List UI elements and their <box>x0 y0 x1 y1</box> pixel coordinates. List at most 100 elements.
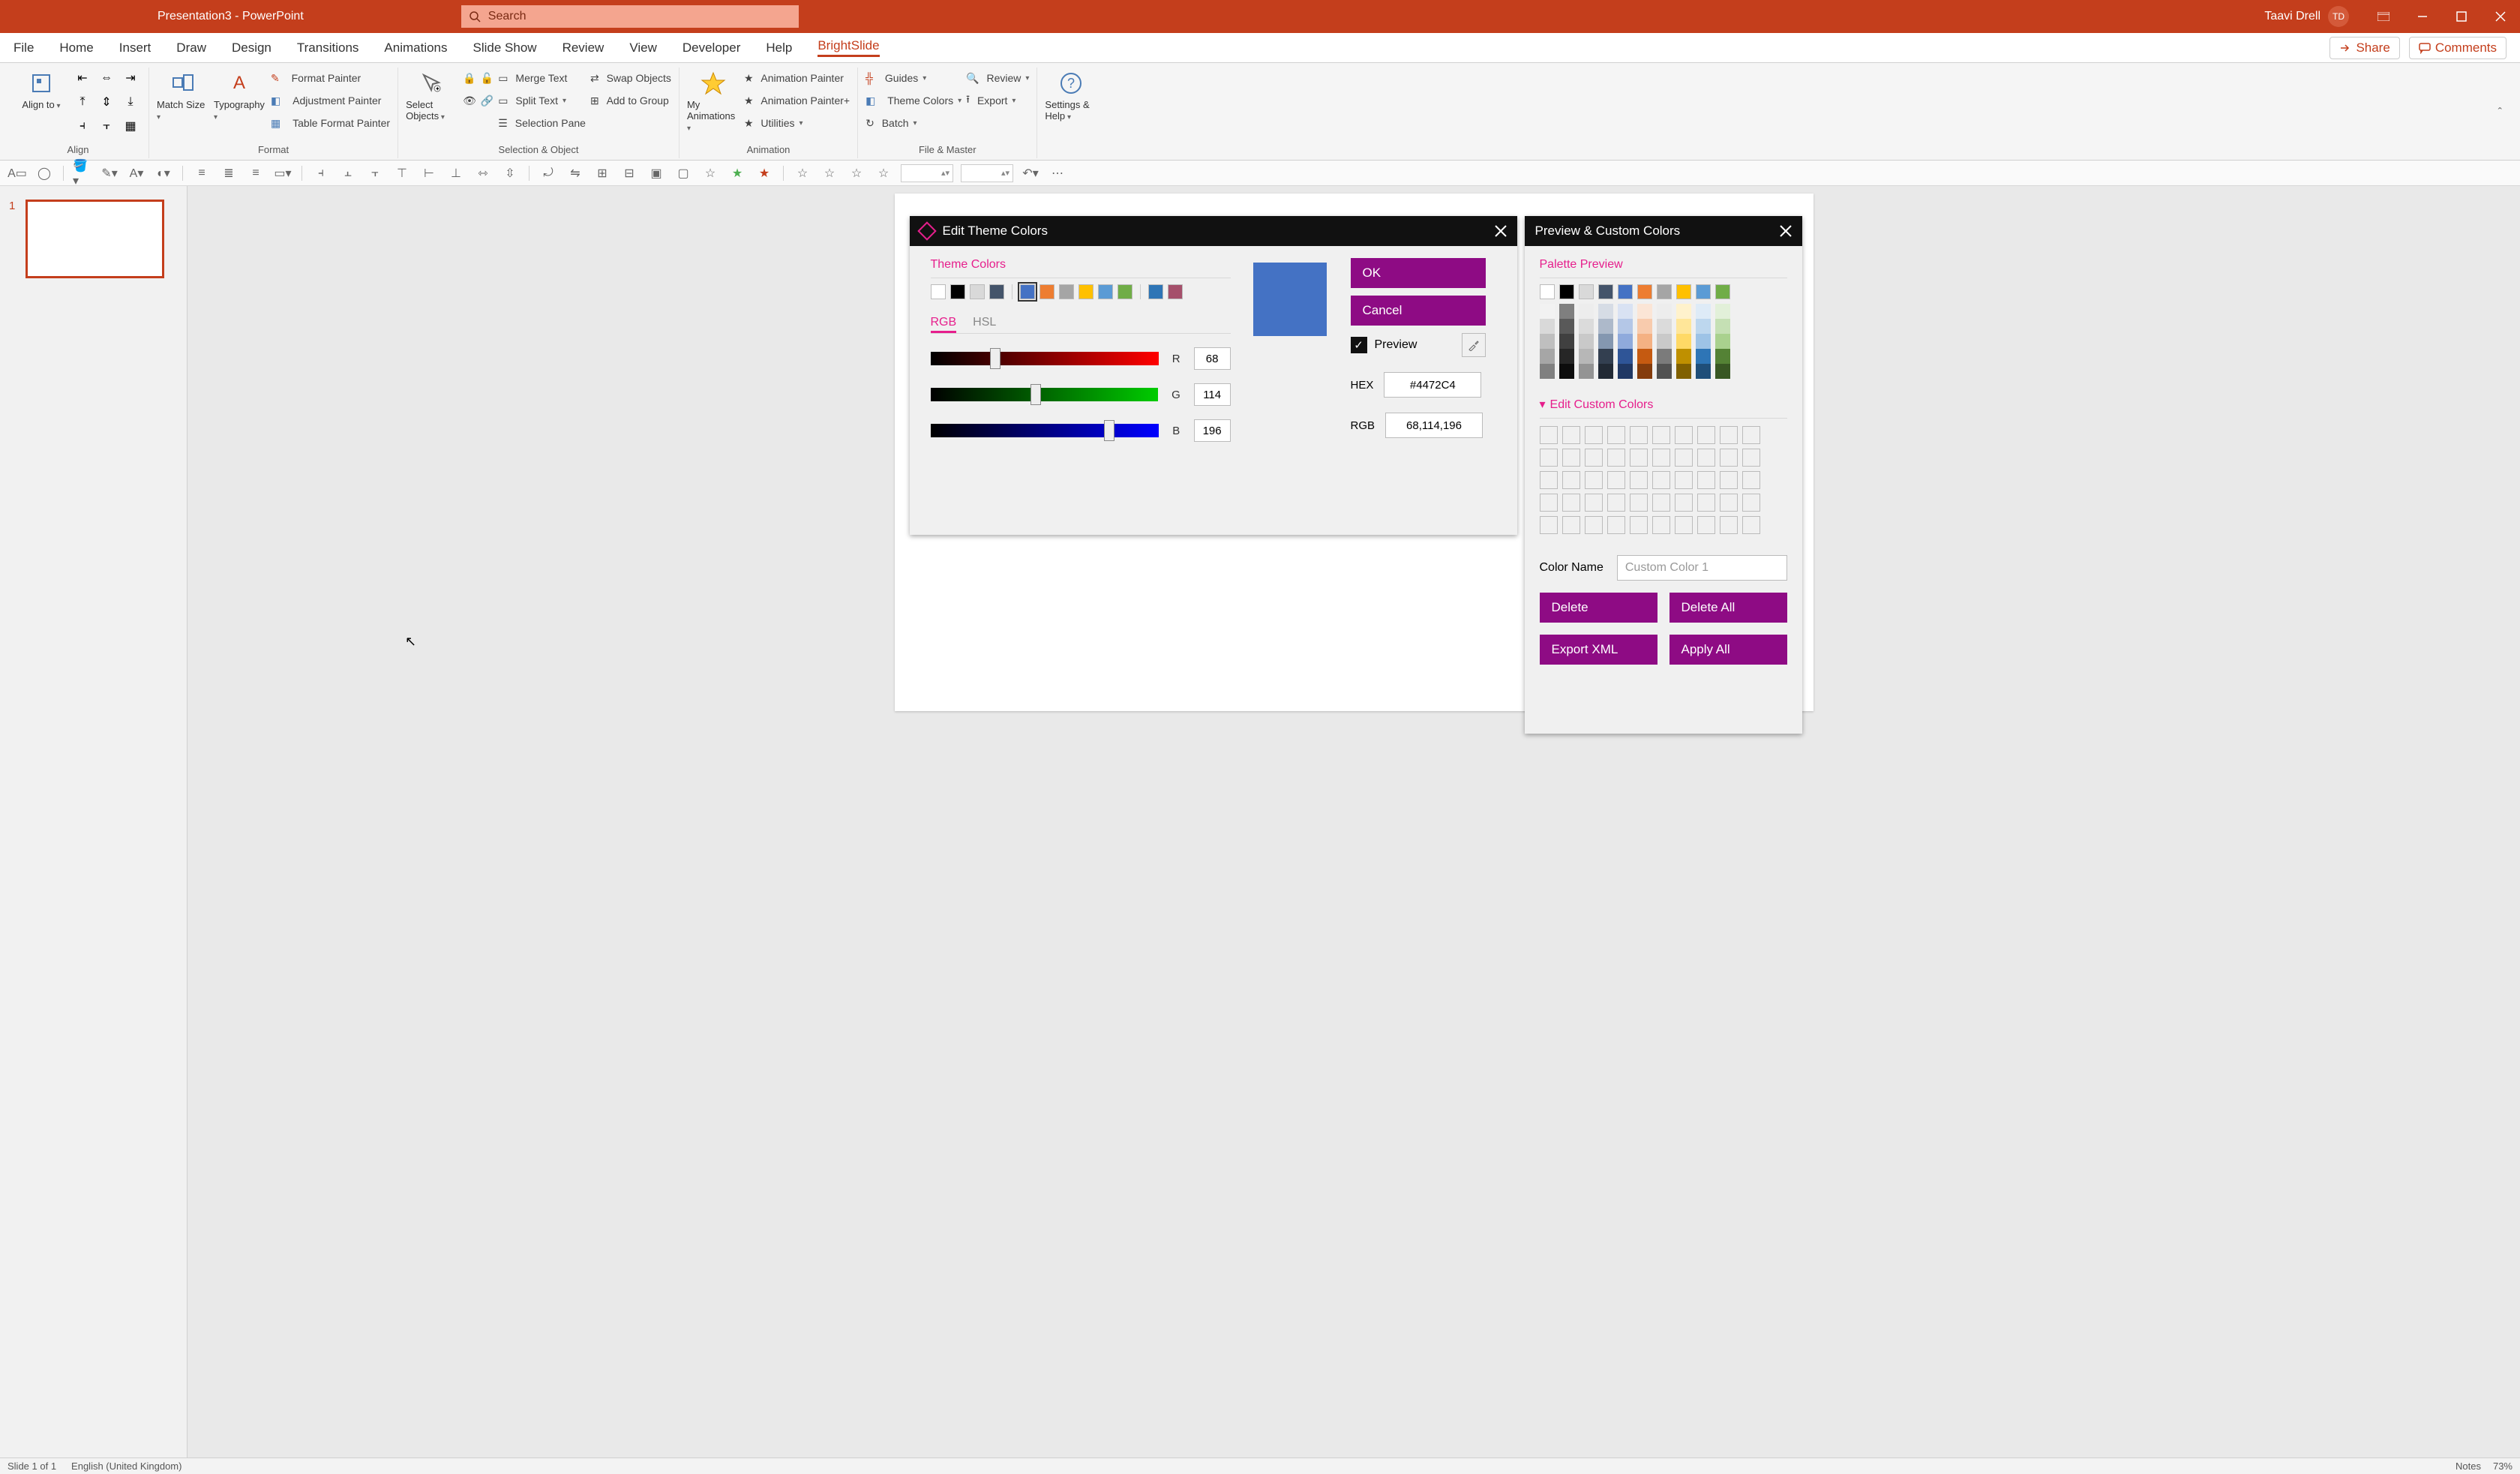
palette-swatch[interactable] <box>1579 304 1594 319</box>
match-size-button[interactable]: Match Size <box>157 68 209 122</box>
custom-color-slot[interactable] <box>1585 494 1603 512</box>
merge-text-button[interactable]: ▭ Merge Text <box>498 68 586 89</box>
theme-swatch[interactable] <box>970 284 985 299</box>
qat-textbox-icon[interactable]: A▭ <box>8 164 27 183</box>
palette-swatch[interactable] <box>1657 334 1672 349</box>
custom-color-slot[interactable] <box>1607 516 1625 534</box>
palette-swatch[interactable] <box>1696 334 1711 349</box>
qat-alignm-icon[interactable]: ⊢ <box>419 164 439 183</box>
custom-color-slot[interactable] <box>1562 516 1580 534</box>
palette-swatch[interactable] <box>1540 364 1555 379</box>
settings-help-button[interactable]: ? Settings & Help <box>1045 68 1097 122</box>
palette-swatch[interactable] <box>1579 364 1594 379</box>
qat-star4-icon[interactable]: ☆ <box>793 164 812 183</box>
theme-colors-button[interactable]: ◧ Theme Colors <box>866 90 962 111</box>
cancel-button[interactable]: Cancel <box>1351 296 1486 326</box>
custom-color-slot[interactable] <box>1630 494 1648 512</box>
palette-swatch[interactable] <box>1618 304 1633 319</box>
palette-swatch[interactable] <box>1598 304 1613 319</box>
custom-color-slot[interactable] <box>1585 471 1603 489</box>
slide-thumb-1[interactable] <box>26 200 164 278</box>
palette-swatch[interactable] <box>1559 334 1574 349</box>
custom-color-slot[interactable] <box>1630 449 1648 467</box>
palette-swatch[interactable] <box>1676 334 1691 349</box>
slide-indicator[interactable]: Slide 1 of 1 <box>8 1460 56 1472</box>
custom-color-slot[interactable] <box>1720 516 1738 534</box>
palette-swatch[interactable] <box>1657 319 1672 334</box>
palette-swatch[interactable] <box>1696 284 1711 299</box>
palette-swatch[interactable] <box>1657 364 1672 379</box>
custom-color-slot[interactable] <box>1742 449 1760 467</box>
swap-objects-button[interactable]: ⇄ Swap Objects <box>590 68 671 89</box>
palette-swatch[interactable] <box>1598 334 1613 349</box>
custom-color-slot[interactable] <box>1652 494 1670 512</box>
theme-swatch[interactable] <box>931 284 946 299</box>
custom-color-slot[interactable] <box>1697 426 1715 444</box>
qat-align-justify-icon[interactable]: ▭▾ <box>273 164 292 183</box>
theme-swatch[interactable] <box>1118 284 1132 299</box>
custom-color-slot[interactable] <box>1585 426 1603 444</box>
b-slider[interactable] <box>931 424 1159 437</box>
custom-color-slot[interactable] <box>1720 471 1738 489</box>
qat-effects-icon[interactable]: ◐▾ <box>154 164 173 183</box>
palette-swatch[interactable] <box>1598 319 1613 334</box>
qat-align-center-icon[interactable]: ≣ <box>219 164 238 183</box>
custom-color-slot[interactable] <box>1562 449 1580 467</box>
palette-swatch[interactable] <box>1715 364 1730 379</box>
qat-star1-icon[interactable]: ☆ <box>700 164 720 183</box>
custom-color-slot[interactable] <box>1585 449 1603 467</box>
utilities-button[interactable]: ★ Utilities <box>744 113 850 134</box>
palette-swatch[interactable] <box>1657 304 1672 319</box>
lang-indicator[interactable]: English (United Kingdom) <box>71 1460 182 1472</box>
eyedropper-icon[interactable] <box>1462 333 1486 357</box>
qat-star6-icon[interactable]: ☆ <box>847 164 866 183</box>
palette-swatch[interactable] <box>1559 304 1574 319</box>
split-text-button[interactable]: ▭ Split Text <box>498 90 586 111</box>
close-button[interactable] <box>2481 0 2520 33</box>
palette-swatch[interactable] <box>1715 284 1730 299</box>
custom-color-slot[interactable] <box>1630 516 1648 534</box>
comments-button[interactable]: Comments <box>2409 37 2506 59</box>
custom-color-slot[interactable] <box>1540 449 1558 467</box>
hex-value[interactable]: #4472C4 <box>1384 372 1481 398</box>
tab-review[interactable]: Review <box>562 41 604 56</box>
qat-star3-icon[interactable]: ★ <box>754 164 774 183</box>
custom-color-slot[interactable] <box>1562 494 1580 512</box>
custom-color-slot[interactable] <box>1697 471 1715 489</box>
apply-all-button[interactable]: Apply All <box>1670 635 1787 665</box>
theme-swatch[interactable] <box>950 284 965 299</box>
qat-star7-icon[interactable]: ☆ <box>874 164 893 183</box>
palette-swatch[interactable] <box>1696 364 1711 379</box>
custom-color-slot[interactable] <box>1675 449 1693 467</box>
palette-swatch[interactable] <box>1637 304 1652 319</box>
preview-checkbox[interactable]: ✓ <box>1351 337 1367 353</box>
custom-color-slot[interactable] <box>1540 516 1558 534</box>
custom-color-slot[interactable] <box>1652 449 1670 467</box>
table-format-painter-button[interactable]: ▦ Table Format Painter <box>271 113 390 134</box>
tab-home[interactable]: Home <box>59 41 93 56</box>
qat-front-icon[interactable]: ▣ <box>646 164 666 183</box>
palette-swatch[interactable] <box>1696 319 1711 334</box>
palette-swatch[interactable] <box>1637 349 1652 364</box>
qat-outline-icon[interactable]: ✎▾ <box>100 164 119 183</box>
distribute-v-icon[interactable]: ⫟ <box>96 116 117 137</box>
custom-color-slot[interactable] <box>1720 449 1738 467</box>
custom-color-slot[interactable] <box>1562 471 1580 489</box>
align-bottom-icon[interactable]: ⤓ <box>120 92 141 113</box>
custom-color-slot[interactable] <box>1652 426 1670 444</box>
theme-swatch[interactable] <box>989 284 1004 299</box>
palette-swatch[interactable] <box>1579 284 1594 299</box>
b-value[interactable]: 196 <box>1194 419 1231 442</box>
palette-swatch[interactable] <box>1696 349 1711 364</box>
align-to-button[interactable]: Align to <box>15 68 68 110</box>
palette-swatch[interactable] <box>1715 349 1730 364</box>
custom-color-slot[interactable] <box>1607 449 1625 467</box>
palette-swatch[interactable] <box>1559 284 1574 299</box>
qat-fill-icon[interactable]: 🪣▾ <box>73 164 92 183</box>
edit-custom-colors-label[interactable]: Edit Custom Colors <box>1540 397 1787 412</box>
custom-color-slot[interactable] <box>1675 471 1693 489</box>
qat-rotate-icon[interactable]: ⤾ <box>538 164 558 183</box>
palette-swatch[interactable] <box>1618 319 1633 334</box>
qat-distv-icon[interactable]: ⇳ <box>500 164 520 183</box>
palette-swatch[interactable] <box>1637 334 1652 349</box>
